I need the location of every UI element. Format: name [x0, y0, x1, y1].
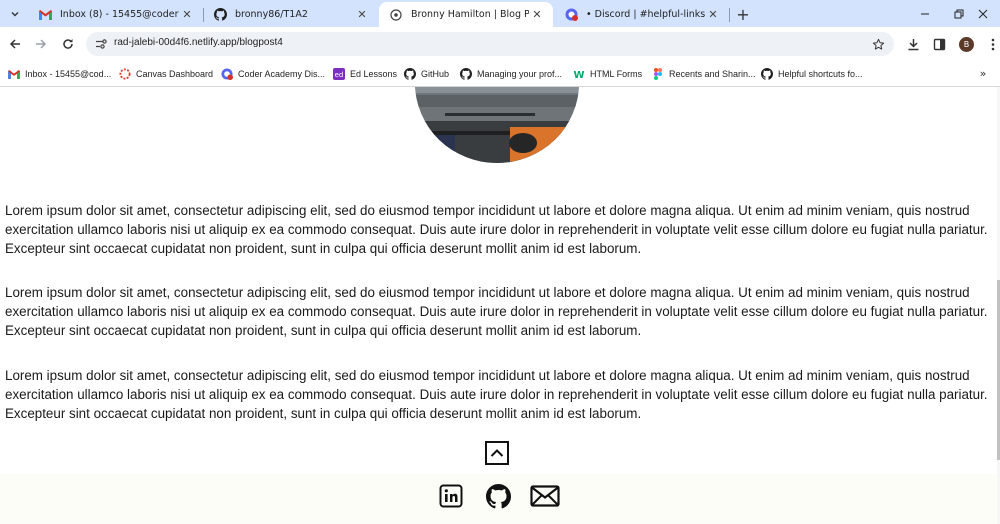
bookmark-label: Helpful shortcuts fo...: [778, 69, 863, 79]
tab-label: Inbox (8) - 15455@coderacader: [60, 9, 179, 20]
bookmark-label: Inbox - 15455@cod...: [25, 69, 112, 79]
github-icon: [761, 68, 773, 80]
tab-label: • Discord | #helpful-links | Code: [586, 9, 705, 20]
bookmark-ed-lessons[interactable]: ed Ed Lessons: [333, 66, 397, 82]
bookmark-label: Recents and Sharin...: [669, 69, 756, 79]
close-icon[interactable]: ✕: [354, 7, 370, 23]
tab-strip: Inbox (8) - 15455@coderacader ✕ bronny86…: [0, 0, 1000, 27]
svg-text:ed: ed: [335, 71, 344, 79]
bookmark-managing-profile[interactable]: Managing your prof...: [460, 66, 562, 82]
more-vertical-icon: [991, 38, 995, 50]
url-text: rad-jalebi-00d4f6.netlify.app/blogpost4: [114, 37, 283, 48]
address-bar[interactable]: rad-jalebi-00d4f6.netlify.app/blogpost4: [86, 32, 894, 56]
bookmark-html-forms[interactable]: W HTML Forms: [573, 66, 642, 82]
tab-label: bronny86/T1A2: [235, 9, 308, 20]
minimize-button[interactable]: [908, 0, 942, 27]
chevron-down-icon: [11, 12, 19, 17]
bookmark-figma-recents[interactable]: Recents and Sharin...: [652, 66, 756, 82]
minimize-icon: [921, 13, 929, 14]
close-icon: [978, 9, 988, 18]
side-panel-icon: [933, 38, 945, 50]
github-icon: [404, 68, 416, 80]
gmail-icon: [8, 68, 20, 80]
tab-label: Bronny Hamilton | Blog Post: [411, 9, 529, 20]
site-settings-icon[interactable]: [94, 37, 108, 51]
bookmark-helpful-shortcuts[interactable]: Helpful shortcuts fo...: [761, 66, 863, 82]
bookmark-label: GitHub: [421, 69, 450, 79]
bookmark-label: HTML Forms: [590, 69, 643, 79]
back-button[interactable]: [4, 33, 26, 55]
download-icon: [908, 38, 918, 50]
w3schools-icon: W: [573, 68, 585, 80]
discord-icon: [221, 68, 233, 80]
restore-icon: [954, 9, 964, 18]
tab-divider: [729, 8, 730, 22]
email-link[interactable]: [530, 483, 560, 509]
reload-icon: [63, 39, 73, 49]
tab-discord[interactable]: • Discord | #helpful-links | Code ✕: [554, 2, 729, 27]
email-icon: [530, 485, 560, 507]
figma-icon: [652, 68, 664, 80]
downloads-button[interactable]: [902, 33, 924, 55]
svg-text:W: W: [573, 70, 584, 80]
globe-icon: [389, 8, 403, 22]
bookmark-github[interactable]: GitHub: [404, 66, 449, 82]
github-link[interactable]: [485, 483, 511, 509]
back-to-top-button[interactable]: [485, 441, 509, 465]
new-tab-button[interactable]: +: [733, 4, 753, 24]
author-photo: [415, 87, 579, 163]
side-panel-button[interactable]: [928, 33, 950, 55]
ed-icon: ed: [333, 68, 345, 80]
bookmark-star-icon[interactable]: [870, 36, 886, 52]
gmail-icon: [38, 8, 52, 22]
forward-button[interactable]: [30, 33, 52, 55]
tab-blog-post[interactable]: Bronny Hamilton | Blog Post ✕: [379, 2, 553, 27]
post-paragraph: Lorem ipsum dolor sit amet, consectetur …: [5, 285, 988, 338]
bookmark-label: Ed Lessons: [350, 69, 398, 79]
tab-search-button[interactable]: [4, 3, 26, 25]
tab-gmail[interactable]: Inbox (8) - 15455@coderacader ✕: [28, 2, 203, 27]
canvas-icon: [119, 68, 131, 80]
bookmarks-overflow-button[interactable]: »: [975, 65, 991, 81]
close-icon[interactable]: ✕: [529, 7, 545, 23]
post-paragraph: Lorem ipsum dolor sit amet, consectetur …: [5, 368, 988, 421]
browser-toolbar: rad-jalebi-00d4f6.netlify.app/blogpost4: [0, 27, 1000, 62]
bookmark-label: Canvas Dashboard: [136, 69, 214, 79]
linkedin-link[interactable]: [438, 483, 464, 509]
window-close-button[interactable]: [966, 0, 1000, 27]
bookmark-gmail[interactable]: Inbox - 15455@cod...: [8, 66, 111, 82]
discord-icon: [564, 8, 578, 22]
reload-button[interactable]: [57, 33, 79, 55]
bookmark-label: Coder Academy Dis...: [238, 69, 326, 79]
linkedin-icon: [439, 484, 463, 508]
bookmark-coder-academy-discord[interactable]: Coder Academy Dis...: [221, 66, 325, 82]
arrow-right-icon: [36, 39, 47, 49]
chevron-up-icon: [490, 449, 504, 457]
bookmark-canvas[interactable]: Canvas Dashboard: [119, 66, 213, 82]
chrome-menu-button[interactable]: [982, 33, 1000, 55]
profile-avatar[interactable]: B: [959, 37, 974, 52]
github-icon: [213, 8, 227, 22]
github-icon: [485, 483, 511, 508]
close-icon[interactable]: ✕: [179, 7, 195, 23]
blog-post-page: Lorem ipsum dolor sit amet, consectetur …: [0, 87, 1000, 524]
bookmarks-bar: Inbox - 15455@cod... Canvas Dashboard Co…: [0, 62, 1000, 87]
post-paragraph: Lorem ipsum dolor sit amet, consectetur …: [5, 203, 988, 256]
bookmark-label: Managing your prof...: [477, 69, 563, 79]
github-icon: [460, 68, 472, 80]
close-icon[interactable]: ✕: [705, 7, 721, 23]
arrow-left-icon: [9, 39, 20, 49]
tab-github[interactable]: bronny86/T1A2 ✕: [203, 2, 378, 27]
